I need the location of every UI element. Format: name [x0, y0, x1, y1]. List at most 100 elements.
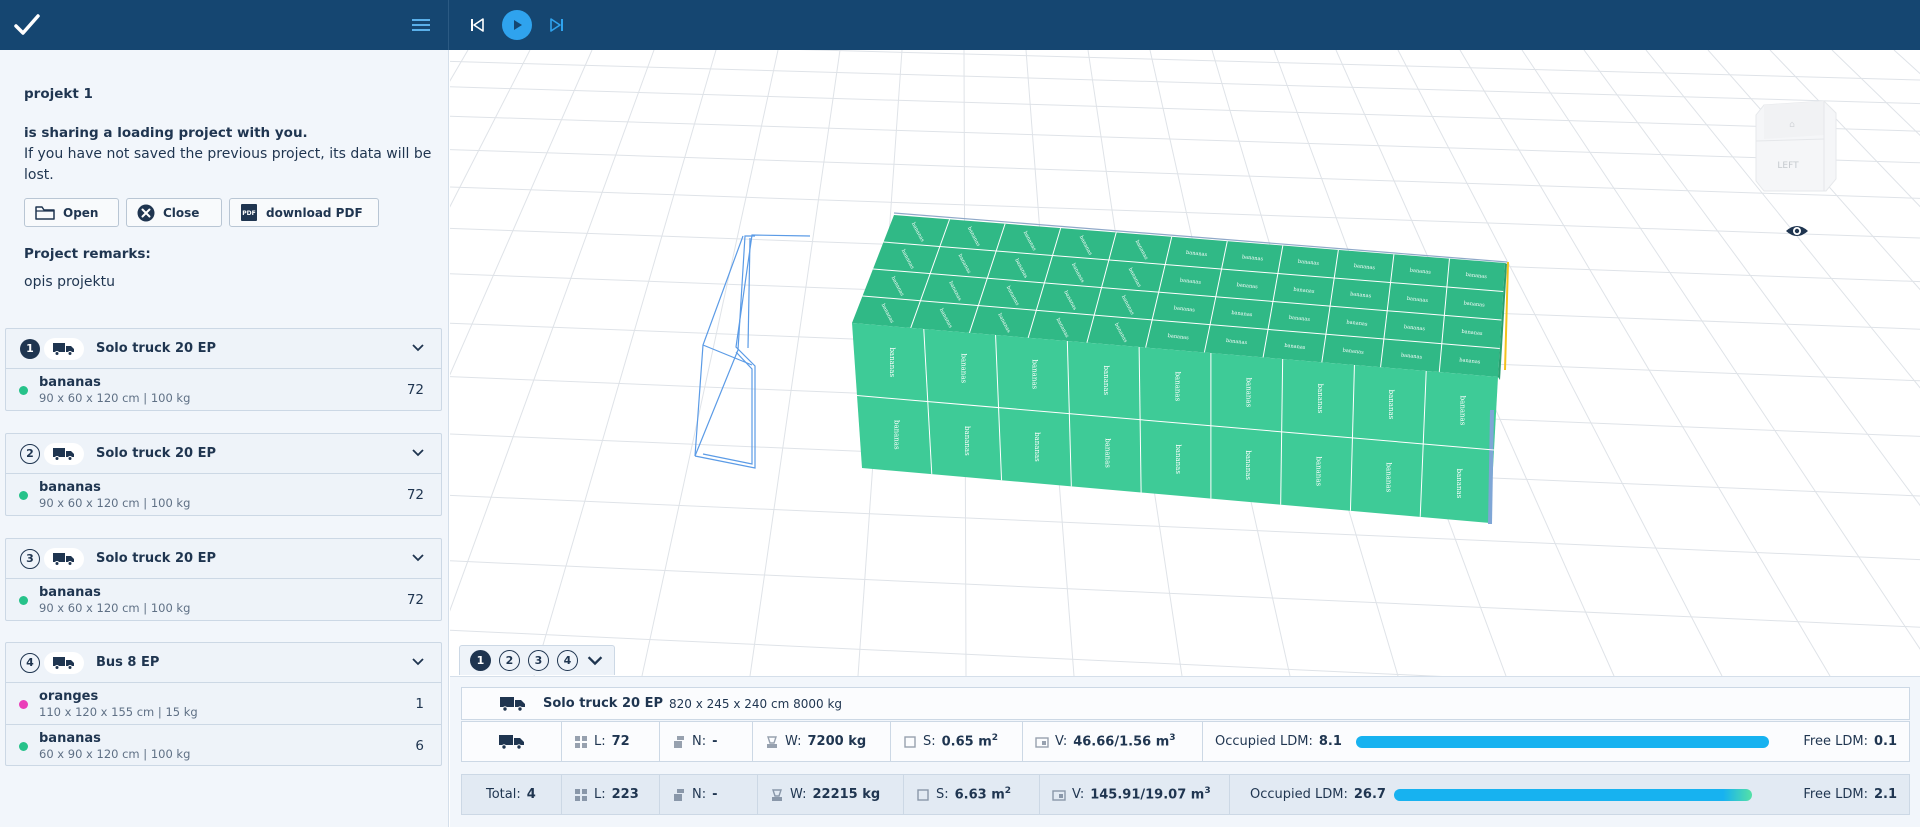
cargo-box-label: bananas	[959, 353, 967, 383]
cargo-box-label: bananas	[1103, 438, 1111, 468]
bottom-panel: Solo truck 20 EP 820 x 245 x 240 cm 8000…	[450, 676, 1920, 827]
cargo-box-label: bananas	[1174, 444, 1182, 474]
cargo-dims: 90 x 60 x 120 cm | 100 kg	[39, 496, 191, 510]
cargo-name: bananas	[39, 375, 101, 390]
stat-volume: V: 46.66/1.56 m3	[1023, 722, 1203, 761]
volume-icon	[1035, 736, 1049, 748]
vehicle-tab-2[interactable]: 2	[499, 650, 520, 671]
cargo-item[interactable]: oranges 110 x 120 x 155 cm | 15 kg 1	[6, 683, 441, 724]
total-free-ldm: Free LDM: 2.1	[1803, 787, 1897, 802]
skip-back-button[interactable]	[462, 10, 492, 40]
folder-icon	[35, 205, 55, 220]
cargo-box-label: bananas	[1033, 432, 1041, 462]
cargo-block: bananas bananas bananas bananas bananas banan…	[852, 212, 1509, 525]
play-icon	[502, 10, 532, 40]
cargo-box-label: bananas	[1245, 378, 1253, 408]
cargo-item[interactable]: bananas 90 x 60 x 120 cm | 100 kg 72	[6, 369, 441, 410]
project-name: projekt 1	[24, 86, 93, 102]
vehicle-header[interactable]: 4 Bus 8 EP	[6, 643, 441, 683]
cargo-color-dot	[19, 386, 28, 395]
total-weight-value: 22215 kg	[812, 787, 881, 802]
weight-icon	[767, 735, 777, 748]
vehicle-header[interactable]: 3 Solo truck 20 EP	[6, 539, 441, 579]
open-button[interactable]: Open	[24, 198, 119, 227]
hamburger-menu-icon[interactable]	[410, 16, 432, 34]
pallet-icon	[575, 788, 587, 801]
cargo-box-label: bananas	[1244, 450, 1252, 480]
cargo-item[interactable]: bananas 60 x 90 x 120 cm | 100 kg 6	[6, 724, 441, 765]
stat-weight: W: 7200 kg	[753, 722, 891, 761]
stat-volume-value: 46.66/1.56 m	[1073, 734, 1170, 750]
close-button[interactable]: Close	[126, 198, 222, 227]
vehicle-header[interactable]: 1 Solo truck 20 EP	[6, 329, 441, 369]
vehicle-number-badge: 3	[20, 548, 40, 569]
chevron-down-icon[interactable]	[411, 553, 425, 563]
cargo-box-label: bananas	[1173, 372, 1181, 402]
total-loads-value: 223	[611, 787, 639, 802]
chevron-down-icon[interactable]	[411, 448, 425, 458]
checkmark-logo-icon[interactable]	[14, 13, 40, 37]
vehicle-tab-4[interactable]: 4	[557, 650, 578, 671]
cargo-qty: 72	[406, 382, 424, 398]
total-volume: V: 145.91/19.07 m3	[1040, 775, 1230, 814]
chevron-down-icon[interactable]	[411, 343, 425, 353]
pdf-icon: PDF	[241, 204, 257, 221]
cargo-dims: 90 x 60 x 120 cm | 100 kg	[39, 601, 191, 615]
chevron-down-icon[interactable]	[411, 657, 425, 667]
stat-surface-value: 0.65 m	[941, 734, 992, 750]
cargo-item[interactable]: bananas 90 x 60 x 120 cm | 100 kg 72	[6, 474, 441, 515]
play-button[interactable]	[502, 10, 532, 40]
open-label: Open	[63, 205, 99, 220]
vehicle-card: 2 Solo truck 20 EP bananas 90 x 60 x 120…	[5, 433, 442, 516]
vehicle-tabs: 1 2 3 4	[459, 645, 615, 675]
cargo-color-dot	[19, 742, 28, 751]
total-n-value: -	[712, 787, 718, 802]
vehicle-number-badge: 2	[20, 443, 40, 464]
total-surface: S: 6.63 m2	[904, 775, 1040, 814]
3d-viewport[interactable]: bananas bananas bananas bananas bananas banan…	[450, 50, 1920, 676]
eye-icon[interactable]	[1784, 222, 1810, 240]
vehicle-icon-cell	[462, 722, 562, 761]
cargo-qty: 6	[415, 738, 424, 754]
total-volume-value: 145.91/19.07 m	[1090, 787, 1205, 803]
download-pdf-button[interactable]: PDF download PDF	[229, 198, 379, 227]
stat-loads-value: 72	[611, 734, 630, 749]
tabs-chevron-down-icon[interactable]	[586, 654, 604, 668]
load-scene[interactable]: bananas bananas bananas bananas bananas banan…	[450, 50, 1920, 676]
vehicle-tab-1[interactable]: 1	[470, 650, 491, 671]
share-warning: If you have not saved the previous proje…	[24, 146, 432, 183]
total-ldm-progress-track	[1394, 775, 1787, 814]
cargo-box-label: bananas	[1314, 456, 1322, 486]
cargo-name: bananas	[39, 585, 101, 600]
player-controls	[462, 10, 572, 40]
truck-icon	[44, 547, 84, 570]
svg-text:⌂: ⌂	[1789, 120, 1795, 130]
cargo-box-label: bananas	[893, 420, 901, 450]
total-surface-value: 6.63 m	[954, 787, 1005, 803]
cargo-qty: 72	[406, 592, 424, 608]
vehicle-name: Solo truck 20 EP	[96, 446, 216, 461]
cargo-box-label: bananas	[1102, 366, 1110, 396]
remarks-text: opis projektu	[24, 274, 115, 290]
remarks-label: Project remarks:	[24, 246, 151, 262]
ldm-progress-track	[1356, 722, 1783, 761]
view-cube[interactable]: LEFT ⌂	[1752, 95, 1837, 200]
stat-free-ldm-value: 0.1	[1873, 734, 1897, 749]
total-weight: W: 22215 kg	[758, 775, 904, 814]
vehicle-name: Bus 8 EP	[96, 655, 160, 670]
vehicle-header[interactable]: 2 Solo truck 20 EP	[6, 434, 441, 474]
cargo-name: oranges	[39, 689, 99, 704]
skip-forward-icon	[550, 18, 563, 32]
vehicle-name: Solo truck 20 EP	[96, 551, 216, 566]
cargo-item[interactable]: bananas 90 x 60 x 120 cm | 100 kg 72	[6, 579, 441, 620]
total-occupied-ldm-value: 26.7	[1353, 787, 1386, 802]
skip-forward-button[interactable]	[542, 10, 572, 40]
vehicle-number-badge: 1	[20, 338, 40, 359]
cargo-box-label: bananas	[963, 426, 971, 456]
vehicle-tab-3[interactable]: 3	[528, 650, 549, 671]
cargo-color-dot	[19, 700, 28, 709]
brand-area	[0, 0, 449, 50]
cargo-box-label: bananas	[1455, 469, 1463, 499]
cargo-dims: 90 x 60 x 120 cm | 100 kg	[39, 391, 191, 405]
sidebar: projekt 1 is sharing a loading project w…	[0, 50, 449, 827]
